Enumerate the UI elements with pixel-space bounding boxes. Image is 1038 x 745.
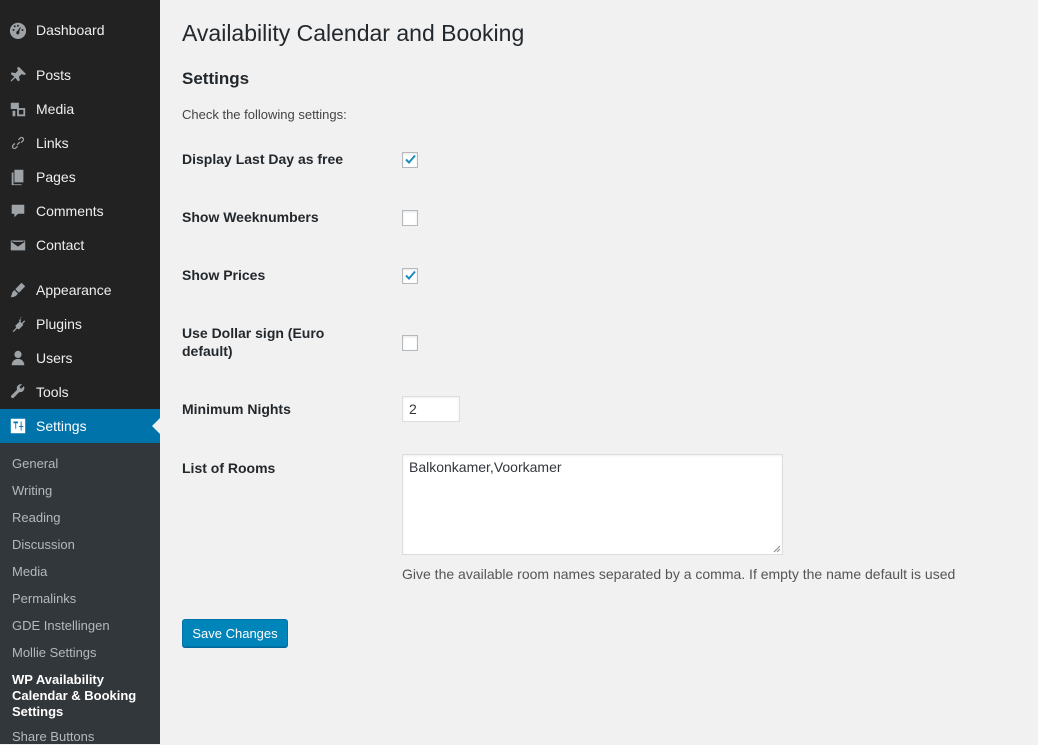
- menu-item-contact[interactable]: Contact: [0, 228, 160, 262]
- submenu-item-general[interactable]: General: [12, 456, 152, 472]
- menu-label: Media: [36, 101, 75, 117]
- media-icon: [8, 99, 28, 119]
- minimum-nights-label: Minimum Nights: [182, 401, 291, 417]
- use-dollar-checkbox[interactable]: [402, 335, 418, 351]
- list-of-rooms-textarea[interactable]: Balkonkamer,Voorkamer: [402, 454, 783, 555]
- submenu-item-discussion[interactable]: Discussion: [12, 537, 152, 553]
- pages-icon: [8, 167, 28, 187]
- menu-item-comments[interactable]: Comments: [0, 194, 160, 228]
- display-last-day-label: Display Last Day as free: [182, 151, 344, 167]
- display-last-day-checkbox[interactable]: [402, 152, 418, 168]
- intro-text: Check the following settings:: [182, 107, 347, 122]
- list-of-rooms-value: Balkonkamer,Voorkamer: [409, 459, 562, 475]
- section-title: Settings: [182, 69, 250, 88]
- submenu-item-permalinks[interactable]: Permalinks: [12, 591, 152, 607]
- show-prices-checkbox[interactable]: [402, 268, 418, 284]
- menu-item-settings[interactable]: Settings: [0, 409, 160, 443]
- show-prices-label: Show Prices: [182, 267, 266, 283]
- menu-label: Appearance: [36, 282, 112, 298]
- minimum-nights-input[interactable]: 2: [402, 396, 460, 422]
- menu-label: Dashboard: [36, 22, 105, 38]
- menu-item-users[interactable]: Users: [0, 341, 160, 375]
- menu-item-media[interactable]: Media: [0, 92, 160, 126]
- menu-item-posts[interactable]: Posts: [0, 58, 160, 92]
- brush-icon: [8, 280, 28, 300]
- save-changes-button[interactable]: Save Changes: [182, 619, 288, 647]
- pin-icon: [8, 65, 28, 85]
- mail-icon: [8, 235, 28, 255]
- menu-label: Users: [36, 350, 73, 366]
- main-content: Availability Calendar and Booking Settin…: [160, 0, 1038, 744]
- settings-submenu: General Writing Reading Discussion Media…: [0, 443, 160, 744]
- checkmark-icon: [405, 270, 416, 280]
- menu-label: Settings: [36, 418, 87, 434]
- submenu-item-writing[interactable]: Writing: [12, 483, 152, 499]
- menu-label: Posts: [36, 67, 72, 83]
- list-of-rooms-help: Give the available room names separated …: [402, 566, 956, 582]
- menu-label: Contact: [36, 237, 85, 253]
- submenu-item-mollie-settings[interactable]: Mollie Settings: [12, 645, 152, 661]
- menu-label: Comments: [36, 203, 104, 219]
- list-of-rooms-label: List of Rooms: [182, 460, 276, 476]
- page-title: Availability Calendar and Booking: [182, 20, 525, 46]
- wrench-icon: [8, 382, 28, 402]
- submenu-item-share-buttons[interactable]: Share Buttons: [12, 729, 152, 745]
- submenu-item-gde-instellingen[interactable]: GDE Instellingen: [12, 618, 152, 634]
- submenu-item-media[interactable]: Media: [12, 564, 152, 580]
- show-weeknumbers-checkbox[interactable]: [402, 210, 418, 226]
- menu-item-pages[interactable]: Pages: [0, 160, 160, 194]
- link-icon: [8, 133, 28, 153]
- comment-icon: [8, 201, 28, 221]
- menu-label: Tools: [36, 384, 69, 400]
- submenu-item-availability-calendar[interactable]: WP Availability Calendar & Booking Setti…: [12, 672, 152, 720]
- menu-item-links[interactable]: Links: [0, 126, 160, 160]
- checkmark-icon: [405, 154, 416, 164]
- menu-label: Links: [36, 135, 69, 151]
- resize-handle-icon[interactable]: [773, 545, 781, 553]
- show-weeknumbers-label: Show Weeknumbers: [182, 209, 319, 225]
- admin-sidebar: Dashboard Posts Media Links Pages Commen…: [0, 0, 160, 744]
- menu-label: Plugins: [36, 316, 82, 332]
- plug-icon: [8, 314, 28, 334]
- user-icon: [8, 348, 28, 368]
- dashboard-icon: [8, 20, 28, 40]
- menu-label: Pages: [36, 169, 76, 185]
- use-dollar-label: Use Dollar sign (Euro default): [182, 325, 325, 359]
- submenu-item-reading[interactable]: Reading: [12, 510, 152, 526]
- menu-item-dashboard[interactable]: Dashboard: [0, 13, 160, 47]
- settings-icon: [8, 416, 28, 436]
- menu-item-tools[interactable]: Tools: [0, 375, 160, 409]
- menu-item-appearance[interactable]: Appearance: [0, 273, 160, 307]
- menu-item-plugins[interactable]: Plugins: [0, 307, 160, 341]
